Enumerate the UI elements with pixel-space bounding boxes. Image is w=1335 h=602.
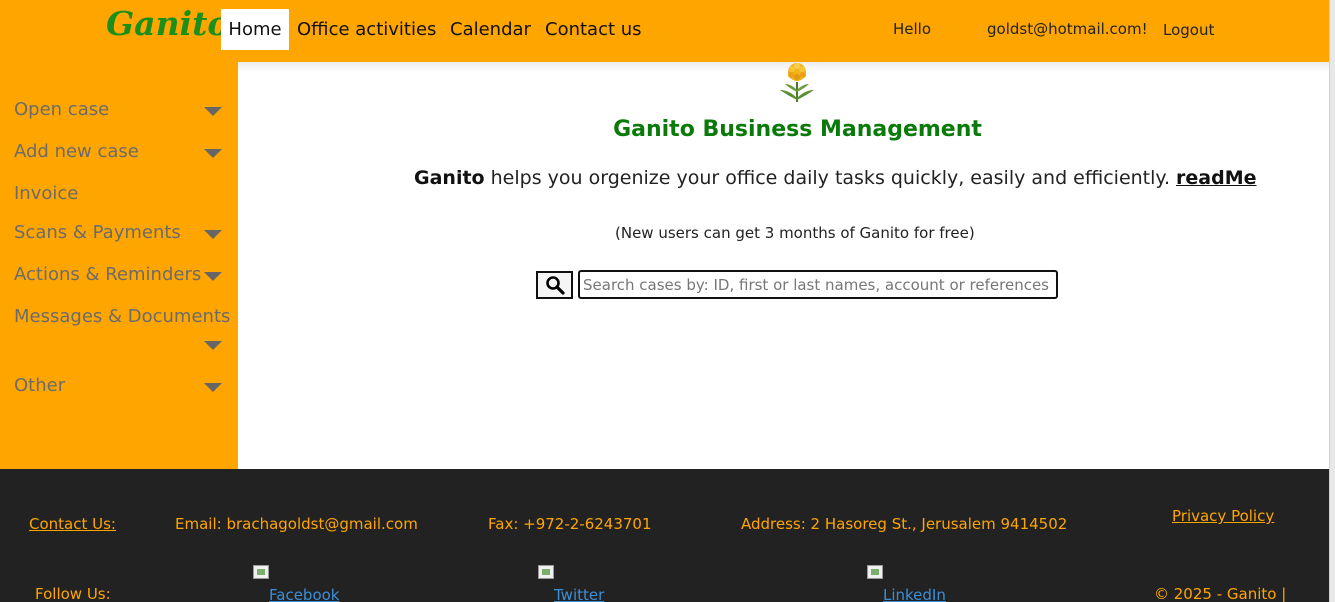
top-navbar: Ganito Home Office activities Calendar C… [0,0,1329,62]
page-title-text: Ganito Business Management [613,117,982,142]
footer-fax: Fax: +972-2-6243701 [488,515,652,533]
nav-contact-us[interactable]: Contact us [545,9,642,50]
facebook-icon[interactable] [253,565,269,579]
user-email: goldst@hotmail.com! [987,20,1148,38]
facebook-link[interactable]: Facebook [269,586,339,602]
sidebar-item-actions-reminders[interactable]: Actions & Reminders [14,264,201,285]
tagline-brand: Ganito [414,167,485,189]
logo[interactable]: Ganito [106,4,229,43]
greeting: Hello [893,20,932,38]
actions-reminders-caret-down-icon[interactable] [204,272,222,281]
linkedin-icon[interactable] [867,565,883,579]
readme-link[interactable]: readMe [1176,167,1256,189]
magnifier-icon [545,276,565,295]
follow-us-label: Follow Us: [35,585,111,602]
add-new-case-caret-down-icon[interactable] [204,149,222,158]
open-case-caret-down-icon[interactable] [204,107,222,116]
footer-contact-us-link[interactable]: Contact Us: [29,515,116,533]
free-trial-note: (New users can get 3 months of Ganito fo… [615,224,975,242]
logout-button[interactable]: Logout [1163,21,1214,39]
footer-address: Address: 2 Hasoreg St., Jerusalem 941450… [741,515,1068,533]
other-caret-down-icon[interactable] [204,383,222,392]
sidebar-item-invoice[interactable]: Invoice [14,183,78,204]
sidebar-item-add-new-case[interactable]: Add new case [14,141,139,162]
nav-calendar[interactable]: Calendar [450,9,531,50]
footer: Contact Us: Email: brachagoldst@gmail.co… [0,469,1329,602]
sidebar-item-other[interactable]: Other [14,375,65,396]
search-button[interactable] [536,271,573,299]
page-scrollbar[interactable] [1329,0,1335,602]
tagline: Ganito helps you orgenize your office da… [414,167,1257,189]
tagline-text: helps you orgenize your office daily tas… [484,167,1177,189]
nav-home[interactable]: Home [221,9,289,50]
twitter-icon[interactable] [538,565,554,579]
messages-documents-caret-down-icon[interactable] [204,341,222,350]
twitter-link[interactable]: Twitter [554,586,604,602]
scans-payments-caret-down-icon[interactable] [204,230,222,239]
sidebar-item-scans-payments[interactable]: Scans & Payments [14,222,181,243]
linkedin-link[interactable]: LinkedIn [883,586,946,602]
copyright: © 2025 - Ganito | [1154,585,1287,602]
sidebar-item-messages-documents[interactable]: Messages & Documents [14,306,230,327]
privacy-policy-link[interactable]: Privacy Policy [1172,507,1274,525]
nav-office-activities[interactable]: Office activities [297,9,436,50]
page-title: Ganito Business Management [0,117,1335,142]
search-input[interactable] [578,270,1058,299]
footer-email: Email: brachagoldst@gmail.com [175,515,418,533]
dandelion-icon [780,63,814,102]
